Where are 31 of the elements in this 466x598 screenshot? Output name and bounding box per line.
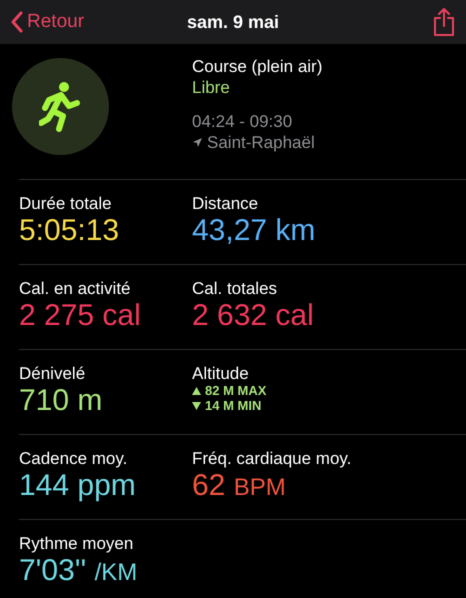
location-arrow-icon	[192, 136, 203, 148]
altitude-max: 82 M MAX	[205, 383, 266, 398]
workout-time: 04:24 - 09:30	[192, 110, 292, 132]
workout-type: Libre	[192, 77, 230, 98]
metric-value: 7'03'' /KM	[19, 554, 138, 589]
metric-label: Altitude	[192, 364, 249, 384]
runner-icon	[38, 80, 82, 132]
metric-value: 710 m	[19, 384, 102, 419]
triangle-down-icon	[192, 402, 201, 410]
metric-label: Cal. en activité	[19, 279, 130, 300]
altitude-min: 14 M MIN	[205, 398, 262, 413]
metric-value: 2 632 cal	[192, 299, 314, 334]
metric-value: 43,27 km	[192, 214, 316, 249]
chevron-left-icon	[10, 11, 23, 33]
share-button[interactable]	[432, 7, 456, 37]
metric-label: Cal. totales	[192, 279, 278, 300]
metric-label: Distance	[192, 194, 258, 214]
workout-name: Course (plein air)	[192, 56, 322, 78]
screen-title: sam. 9 mai	[186, 12, 280, 32]
metric-value: 62 BPM	[192, 469, 286, 504]
triangle-up-icon	[192, 387, 201, 396]
metric-label: Cadence moy.	[19, 449, 128, 470]
metric-value: 2 275 cal	[19, 299, 141, 334]
metric-value: 144 ppm	[19, 469, 136, 504]
metric-label: Rythme moyen	[19, 534, 134, 554]
metric-label: Fréq. cardiaque moy.	[192, 449, 352, 470]
metric-label: Durée totale	[19, 194, 112, 214]
workout-location: Saint-Raphaël	[207, 132, 315, 153]
metric-value: 5:05:13	[19, 214, 120, 249]
back-button[interactable]: Retour	[10, 8, 84, 36]
metric-label: Dénivelé	[19, 364, 86, 384]
